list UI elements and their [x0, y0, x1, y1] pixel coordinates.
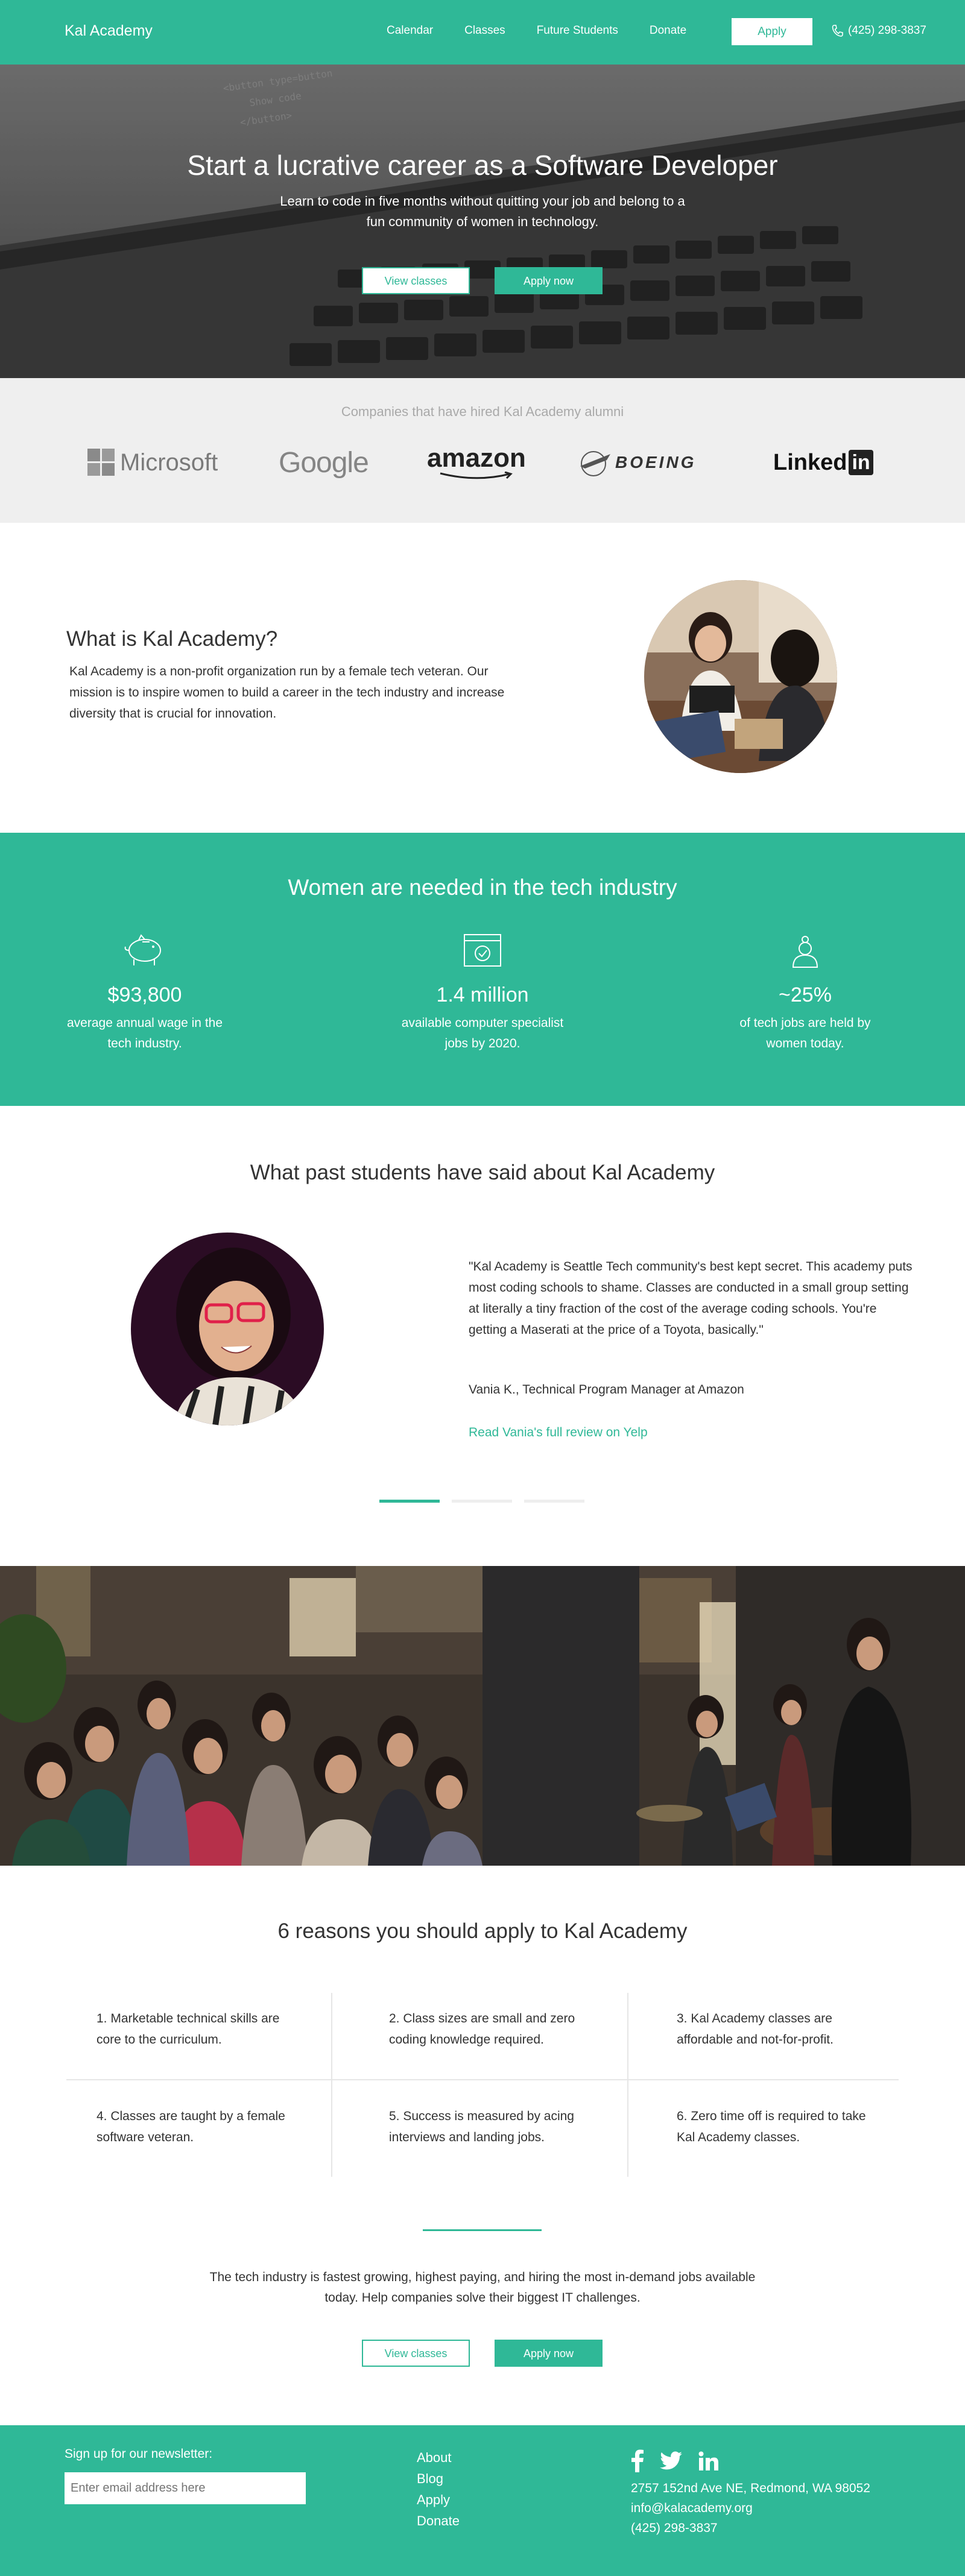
amazon-smile-icon — [440, 472, 513, 479]
footer: Sign up for our newsletter: About Blog A… — [0, 2425, 965, 2576]
footer-link-blog[interactable]: Blog — [417, 2468, 460, 2489]
nav-link-calendar[interactable]: Calendar — [387, 24, 433, 37]
carousel-dot-1[interactable] — [379, 1500, 440, 1503]
linkedin-logo: Linked in — [773, 444, 873, 481]
nav-links: Calendar Classes Future Students Donate — [387, 24, 718, 37]
newsletter-email-input[interactable] — [65, 2472, 306, 2504]
top-navbar: Kal Academy Calendar Classes Future Stud… — [0, 0, 965, 65]
reason-item: 5. Success is measured by acing intervie… — [389, 2109, 574, 2144]
amazon-logo: amazon — [427, 444, 526, 481]
newsletter-label: Sign up for our newsletter: — [65, 2447, 213, 2461]
whatis-title: What is Kal Academy? — [66, 627, 278, 651]
reason-item: 2. Class sizes are small and zero coding… — [389, 2012, 575, 2047]
footer-links: About Blog Apply Donate — [417, 2447, 460, 2531]
stat-desc: available computer specialist jobs by 20… — [401, 1016, 564, 1050]
carousel-dot-3[interactable] — [524, 1500, 584, 1503]
linkedin-icon[interactable] — [698, 2451, 719, 2470]
boeing-logo-text: BOEING — [615, 453, 697, 472]
piggy-bank-icon — [124, 934, 161, 965]
yelp-review-link[interactable]: Read Vania's full review on Yelp — [469, 1425, 648, 1440]
nav-phone-number: (425) 298-3837 — [848, 24, 926, 37]
stat-value: $93,800 — [107, 983, 182, 1006]
nav-link-classes[interactable]: Classes — [464, 24, 505, 37]
hero-view-classes-button[interactable]: View classes — [362, 267, 470, 294]
nav-phone[interactable]: (425) 298-3837 — [831, 24, 926, 37]
cta-view-classes-button[interactable]: View classes — [362, 2340, 470, 2367]
google-logo: Google — [279, 444, 369, 481]
hero-section: <button type=button Show code </button> … — [0, 65, 965, 378]
reason-item: 1. Marketable technical skills are core … — [96, 2012, 280, 2047]
twitter-icon[interactable] — [660, 2451, 683, 2470]
contact-info: 2757 152nd Ave NE, Redmond, WA 98052 inf… — [631, 2478, 870, 2538]
cta-apply-now-button[interactable]: Apply now — [495, 2340, 603, 2367]
hero-apply-now-button[interactable]: Apply now — [495, 267, 603, 294]
testimonial-quote: "Kal Academy is Seattle Tech community's… — [469, 1260, 913, 1337]
reasons-divider — [627, 1993, 628, 2177]
stat-value: 1.4 million — [436, 983, 529, 1006]
industry-text: The tech industry is fastest growing, hi… — [209, 2270, 756, 2305]
footer-link-donate[interactable]: Donate — [417, 2510, 460, 2531]
reason-item: 6. Zero time off is required to take Kal… — [677, 2109, 866, 2144]
nav-apply-button[interactable]: Apply — [732, 18, 812, 45]
microsoft-windows-icon — [87, 449, 115, 476]
footer-link-apply[interactable]: Apply — [417, 2489, 460, 2510]
footer-phone[interactable]: (425) 298-3837 — [631, 2518, 870, 2538]
social-links — [631, 2449, 719, 2472]
google-logo-text: Google — [279, 446, 369, 479]
stat-value: ~25% — [779, 983, 832, 1006]
brand-logo[interactable]: Kal Academy — [65, 22, 153, 40]
boeing-logo: BOEING — [579, 444, 696, 481]
whatis-photo — [644, 580, 837, 773]
footer-address: 2757 152nd Ave NE, Redmond, WA 98052 — [631, 2481, 870, 2495]
hero-title: Start a lucrative career as a Software D… — [187, 150, 778, 181]
reasons-divider — [66, 2079, 899, 2080]
amazon-logo-text: amazon — [427, 443, 526, 473]
reason-item: 3. Kal Academy classes are affordable an… — [677, 2012, 834, 2047]
stat-item: 1.4 million available computer specialis… — [374, 932, 591, 1054]
audience-photo — [0, 1566, 965, 1866]
reasons-divider — [331, 1993, 332, 2177]
phone-icon — [832, 25, 843, 37]
section-divider — [423, 2229, 542, 2231]
footer-email[interactable]: info@kalacademy.org — [631, 2498, 870, 2518]
linkedin-logo-text: Linked — [773, 449, 847, 475]
nav-link-donate[interactable]: Donate — [650, 24, 686, 37]
reasons-title: 6 reasons you should apply to Kal Academ… — [277, 1919, 688, 1943]
stat-desc: of tech jobs are held by women today. — [739, 1016, 871, 1050]
linkedin-logo-box: in — [849, 450, 873, 475]
reason-item: 4. Classes are taught by a female softwa… — [96, 2109, 285, 2144]
browser-check-icon — [464, 934, 501, 967]
stat-desc: average annual wage in the tech industry… — [66, 1016, 223, 1050]
microsoft-logo-text: Microsoft — [120, 449, 218, 476]
nav-link-future-students[interactable]: Future Students — [537, 24, 618, 37]
stats-section: Women are needed in the tech industry $9… — [0, 833, 965, 1106]
footer-link-about[interactable]: About — [417, 2447, 460, 2468]
hero-subtitle: Learn to code in five months without qui… — [280, 194, 685, 229]
stats-title: Women are needed in the tech industry — [288, 875, 677, 900]
boeing-icon — [580, 451, 610, 476]
whatis-text: Kal Academy is a non-profit organization… — [69, 665, 505, 721]
stat-item: $93,800 average annual wage in the tech … — [36, 932, 253, 1054]
testimonial-photo — [131, 1233, 324, 1425]
microsoft-logo: Microsoft — [87, 444, 218, 481]
woman-icon — [792, 936, 818, 968]
companies-title: Companies that have hired Kal Academy al… — [341, 404, 624, 419]
testimonial-author: Vania K., Technical Program Manager at A… — [469, 1383, 744, 1397]
testimonials-title: What past students have said about Kal A… — [250, 1161, 715, 1184]
stat-item: ~25% of tech jobs are held by women toda… — [697, 932, 914, 1054]
companies-section: Companies that have hired Kal Academy al… — [0, 378, 965, 523]
facebook-icon[interactable] — [631, 2449, 644, 2472]
carousel-dot-2[interactable] — [452, 1500, 512, 1503]
